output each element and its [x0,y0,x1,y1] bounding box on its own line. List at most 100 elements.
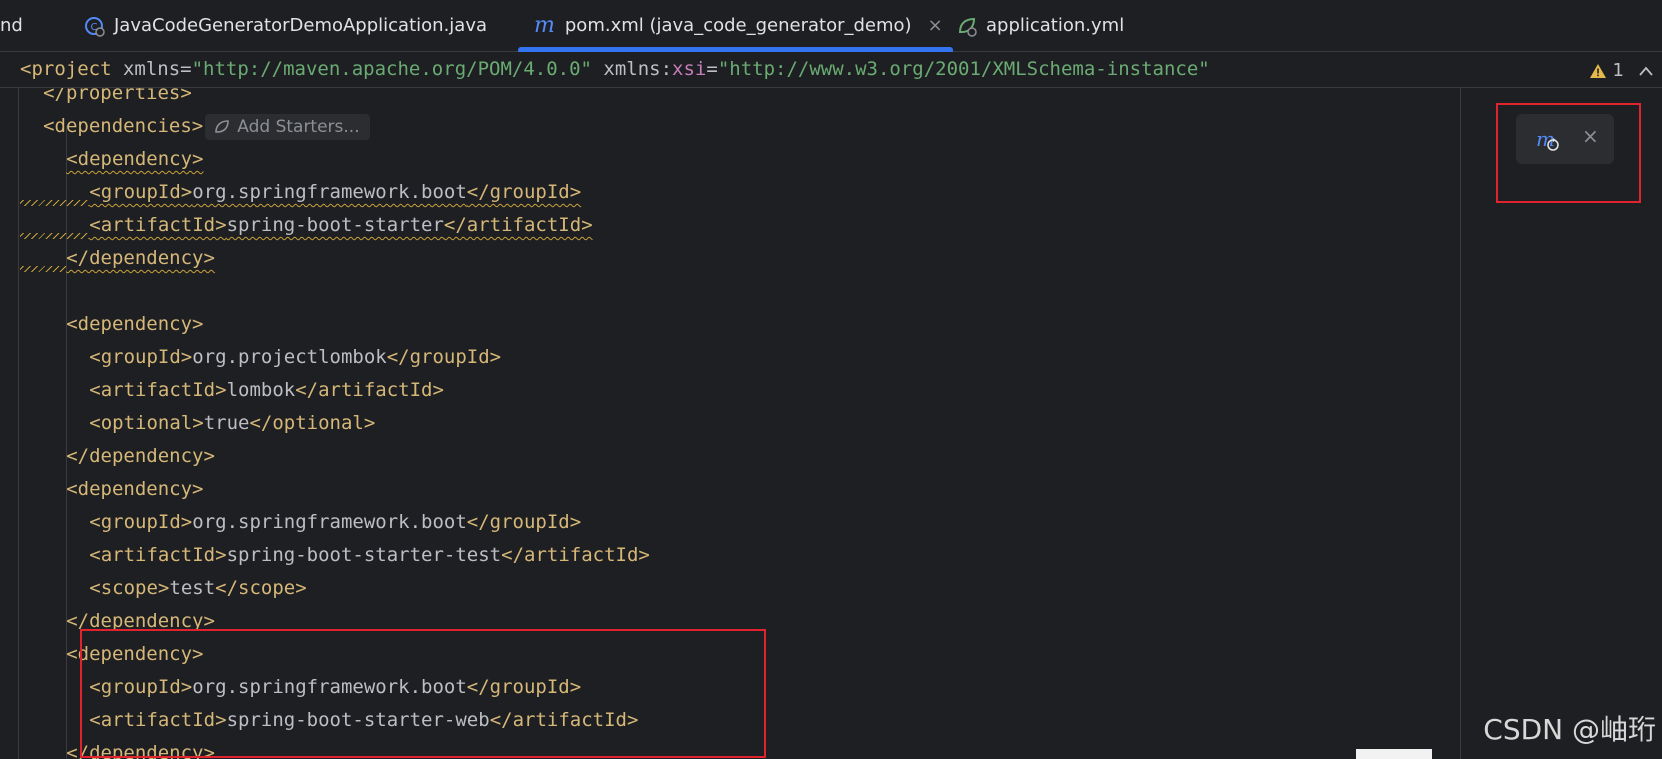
code-text: <groupId>org.springframework.boot</group… [89,181,581,203]
inspection-widget[interactable]: 1 [1589,60,1654,81]
maven-reload-icon[interactable]: m [1534,126,1562,154]
xml-tag: <dependency> [66,478,204,500]
code-text: <artifactId>lombok</artifactId> [89,379,444,401]
warning-underline [20,200,90,206]
java-class-icon: C [85,16,105,37]
xml-tag: </artifactId> [489,709,639,731]
code-text: <scope>test</scope> [89,577,306,599]
code-line[interactable]: </dependency> [66,605,215,638]
xml-tag: <groupId> [89,181,193,203]
xml-tag: <artifactId> [89,709,227,731]
warning-count: 1 [1612,60,1624,81]
code-line[interactable]: <artifactId>spring-boot-starter</artifac… [20,209,593,242]
xml-value: true [203,412,250,434]
warning-underline [20,266,67,272]
code-line[interactable]: <groupId>org.springframework.boot</group… [20,176,581,209]
tab-label: nd [0,15,23,36]
warning-underline [20,233,90,239]
xml-tag: </groupId> [466,676,582,698]
code-line[interactable]: <dependency> [66,473,203,506]
code-text: </dependency> [66,742,215,759]
xml-value: lombok [226,379,296,401]
xml-tag: </dependency> [66,247,215,269]
xml-tag: </properties> [43,88,192,104]
code-line[interactable]: <groupId>org.springframework.boot</group… [89,671,581,704]
code-editor[interactable]: </properties> <dependencies> Add Starters.… [0,88,1460,759]
code-line[interactable]: </dependency> [66,440,215,473]
code-text: <groupId>org.springframework.boot</group… [89,511,581,533]
code-text: </dependency> [66,610,215,632]
xml-tag: <groupId> [89,346,193,368]
xml-tag: </groupId> [386,346,502,368]
xml-tag: </artifactId> [443,214,593,236]
close-icon[interactable]: × [928,15,943,36]
xml-tag: </artifactId> [295,379,444,401]
code-line[interactable]: <artifactId>spring-boot-starter-test</ar… [89,539,650,572]
chevron-up-icon[interactable] [1638,65,1654,77]
code-text: <dependency> [66,313,203,335]
xml-tag: </dependency> [66,445,215,467]
right-gutter-panel [1460,88,1662,759]
add-starters-button[interactable]: Add Starters... [205,113,370,140]
xml-value: spring-boot-starter [226,214,444,236]
maven-reload-popup[interactable]: m × [1516,114,1614,164]
code-text: <groupId>org.projectlombok</groupId> [89,346,501,368]
code-line[interactable]: </dependency> [66,737,215,759]
xml-tag: <dependency> [66,313,204,335]
xml-tag: <scope> [89,577,170,599]
xml-tag: <dependencies> [43,115,204,137]
code-line[interactable]: <artifactId>spring-boot-starter-web</art… [89,704,638,737]
ide-window: nd C JavaCodeGeneratorDemoApplication.ja… [0,0,1662,759]
code-text: </dependency> [66,445,215,467]
code-text: <dependencies> [43,115,203,137]
code-line[interactable]: <dependency> [66,308,203,341]
code-line[interactable]: <optional>true</optional> [89,407,375,440]
close-icon[interactable]: × [1582,124,1599,148]
xml-value: spring-boot-starter-web [226,709,490,731]
xml-value: org.springframework.boot [192,676,467,698]
tab-pom-xml[interactable]: m pom.xml (java_code_generator_demo) × [518,0,953,52]
code-line[interactable]: </properties> [43,88,192,110]
thumbnail-stub [1356,749,1432,759]
code-line[interactable]: <scope>test</scope> [89,572,306,605]
code-text: <dependency> [66,478,203,500]
warning-icon [1589,63,1606,78]
xml-tag: <artifactId> [89,379,227,401]
xml-value: org.springframework.boot [192,511,467,533]
tab-label: application.yml [986,15,1125,36]
code-text: <groupId>org.springframework.boot</group… [89,676,581,698]
spring-leaf-icon [958,17,977,37]
code-line[interactable]: <dependency> [66,638,203,671]
tab-java-application[interactable]: C JavaCodeGeneratorDemoApplication.java [84,0,487,51]
xml-tag: </groupId> [466,511,582,533]
add-starters-label: Add Starters... [237,116,360,137]
tab-truncated[interactable]: nd [0,0,23,51]
xml-tag: </artifactId> [501,544,650,566]
code-line[interactable]: <groupId>org.projectlombok</groupId> [89,341,501,374]
xml-tag: <artifactId> [89,214,227,236]
xml-tag: <dependency> [66,643,204,665]
xml-tag: </dependency> [66,610,215,632]
xml-value: test [169,577,216,599]
code-line[interactable]: <artifactId>lombok</artifactId> [89,374,444,407]
maven-m-icon: m [534,12,555,38]
spring-leaf-icon [215,119,230,133]
tab-application-yml[interactable]: application.yml [956,0,1124,51]
code-line[interactable]: <groupId>org.springframework.boot</group… [89,506,581,539]
xml-value: org.springframework.boot [192,181,467,203]
code-line[interactable]: <dependency> [66,143,203,176]
code-text: </properties> [43,88,192,104]
xml-tag: </dependency> [66,742,215,759]
code-line[interactable]: <dependencies> Add Starters... [43,110,370,143]
project-tag-line[interactable]: <project xmlns="http://maven.apache.org/… [20,58,1210,80]
editor-tab-bar: nd C JavaCodeGeneratorDemoApplication.ja… [0,0,1662,52]
xml-tag: </scope> [215,577,307,599]
watermark: CSDN @岫珩 [1483,713,1656,746]
xml-value: org.projectlombok [192,346,387,368]
code-line[interactable]: </dependency> [20,242,215,275]
code-text: <optional>true</optional> [89,412,375,434]
xml-tag: <optional> [89,412,204,434]
xml-tag: <groupId> [89,511,193,533]
xml-tag: <groupId> [89,676,193,698]
indent-guide [18,88,19,759]
